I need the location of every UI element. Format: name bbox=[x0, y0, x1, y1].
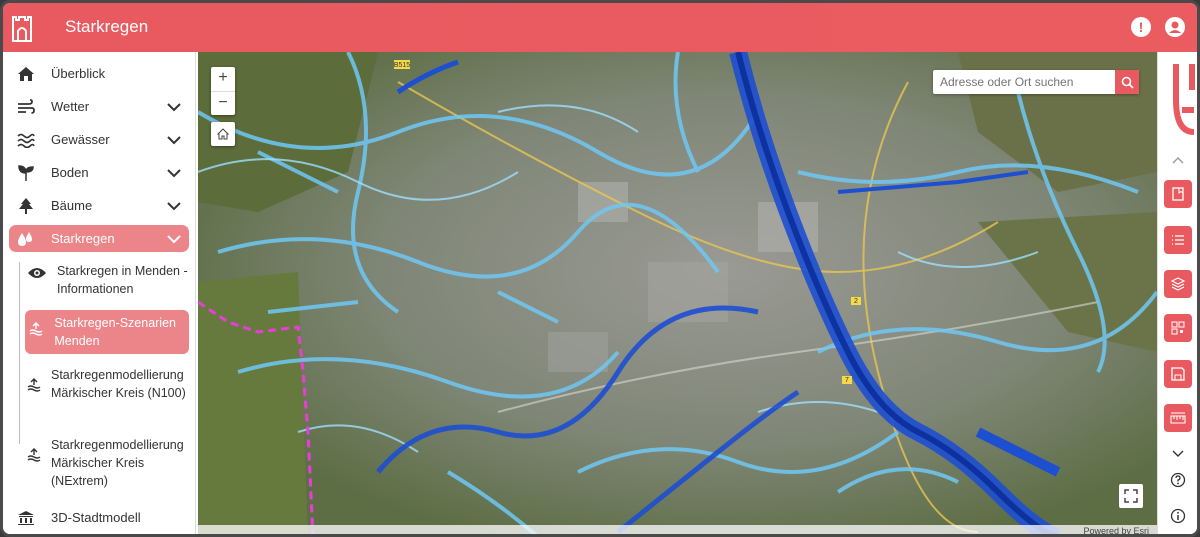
search-icon bbox=[1121, 76, 1134, 89]
chevron-down-icon[interactable] bbox=[165, 98, 183, 116]
layers-button[interactable] bbox=[1164, 270, 1192, 298]
sidebar-item-label: Bäume bbox=[51, 198, 93, 213]
save-icon bbox=[1171, 367, 1185, 381]
info-icon[interactable] bbox=[1168, 506, 1188, 526]
city-gate-icon[interactable] bbox=[11, 13, 33, 43]
list-icon bbox=[1172, 235, 1184, 245]
flood-icon bbox=[27, 378, 41, 392]
satellite-basemap: B515 7 2 bbox=[198, 52, 1157, 534]
road-label: B515 bbox=[394, 62, 410, 69]
layers-icon bbox=[1171, 277, 1185, 291]
app-title: Starkregen bbox=[65, 17, 149, 36]
sidebar-item-label: 3D-Stadtmodell bbox=[51, 510, 141, 525]
chevron-down-icon[interactable] bbox=[1168, 444, 1188, 464]
help-icon[interactable] bbox=[1168, 470, 1188, 490]
measure-icon bbox=[1170, 412, 1186, 424]
chevron-down-icon[interactable] bbox=[165, 131, 183, 149]
home-button[interactable] bbox=[211, 122, 235, 146]
sub-item-label: Starkregen-Szenarien Menden bbox=[54, 316, 176, 348]
zoom-control: + − bbox=[211, 67, 235, 115]
search-input[interactable] bbox=[933, 70, 1115, 94]
sprout-icon bbox=[13, 162, 39, 184]
wind-icon bbox=[13, 96, 39, 118]
zoom-in-button[interactable]: + bbox=[211, 67, 235, 91]
home-icon bbox=[217, 128, 229, 140]
sidebar-item-baeume[interactable]: Bäume bbox=[9, 192, 189, 219]
sub-item-modellierung-nextrem[interactable]: Starkregenmodellierung Märkischer Kreis … bbox=[25, 434, 189, 492]
qr-code-icon bbox=[1171, 321, 1185, 335]
header-bar: Starkregen ! bbox=[3, 3, 1197, 52]
bookmark-button[interactable] bbox=[1164, 180, 1192, 208]
chevron-down-icon[interactable] bbox=[165, 164, 183, 182]
fullscreen-icon bbox=[1124, 489, 1138, 503]
alert-icon[interactable]: ! bbox=[1131, 17, 1151, 37]
tree-icon bbox=[13, 195, 39, 217]
bookmark-icon bbox=[1172, 187, 1184, 201]
app-window: Starkregen ! Überblick Wetter Gewässer B… bbox=[0, 0, 1200, 537]
sub-item-modellierung-n100[interactable]: Starkregenmodellierung Märkischer Kreis … bbox=[25, 364, 189, 422]
sidebar: Überblick Wetter Gewässer Boden Bäume St… bbox=[3, 52, 196, 534]
sub-item-starkregen-szenarien[interactable]: Starkregen-Szenarien Menden bbox=[25, 310, 189, 354]
sidebar-item-boden[interactable]: Boden bbox=[9, 159, 189, 186]
flood-icon bbox=[27, 322, 44, 336]
save-button[interactable] bbox=[1164, 360, 1192, 388]
user-icon[interactable] bbox=[1165, 17, 1185, 37]
right-toolbar bbox=[1157, 52, 1197, 534]
road-label: 7 bbox=[845, 377, 849, 384]
eye-icon bbox=[27, 266, 47, 280]
sub-item-starkregen-info[interactable]: Starkregen in Menden - Informationen bbox=[25, 260, 189, 298]
qr-code-button[interactable] bbox=[1164, 314, 1192, 342]
fullscreen-button[interactable] bbox=[1119, 484, 1143, 508]
sidebar-item-label: Überblick bbox=[51, 66, 106, 81]
sidebar-item-gewaesser[interactable]: Gewässer bbox=[9, 126, 189, 153]
tree-line bbox=[19, 262, 20, 444]
sub-item-label: Starkregen in Menden - Informationen bbox=[57, 264, 188, 296]
flood-icon bbox=[27, 448, 41, 462]
road-label: 2 bbox=[854, 298, 858, 305]
sub-item-label: Starkregenmodellierung Märkischer Kreis … bbox=[51, 438, 184, 488]
building-icon bbox=[13, 507, 39, 529]
sidebar-item-starkregen[interactable]: Starkregen bbox=[9, 225, 189, 252]
measure-button[interactable] bbox=[1164, 404, 1192, 432]
rain-drops-icon bbox=[13, 228, 39, 250]
sidebar-item-label: Starkregen bbox=[51, 231, 115, 246]
waves-icon bbox=[13, 129, 39, 151]
zoom-out-button[interactable]: − bbox=[211, 92, 235, 116]
sidebar-item-label: Boden bbox=[51, 165, 89, 180]
chevron-up-icon[interactable] bbox=[1168, 150, 1188, 170]
sub-item-label: Starkregenmodellierung Märkischer Kreis … bbox=[51, 368, 186, 400]
home-icon bbox=[13, 63, 39, 85]
chevron-down-icon[interactable] bbox=[165, 230, 183, 248]
sidebar-item-ueberblick[interactable]: Überblick bbox=[9, 60, 189, 87]
chevron-down-icon[interactable] bbox=[165, 197, 183, 215]
sidebar-item-label: Wetter bbox=[51, 99, 90, 114]
sidebar-item-3d-stadtmodell[interactable]: 3D-Stadtmodell bbox=[9, 504, 189, 531]
search-box bbox=[933, 70, 1139, 94]
brand-logo-icon bbox=[1173, 64, 1195, 135]
sidebar-item-wetter[interactable]: Wetter bbox=[9, 93, 189, 120]
map-view[interactable]: B515 7 2 + − Powered by Esri bbox=[198, 52, 1157, 534]
map-attribution: Powered by Esri bbox=[198, 525, 1157, 534]
list-button[interactable] bbox=[1164, 226, 1192, 254]
search-button[interactable] bbox=[1115, 70, 1139, 94]
sidebar-item-label: Gewässer bbox=[51, 132, 110, 147]
